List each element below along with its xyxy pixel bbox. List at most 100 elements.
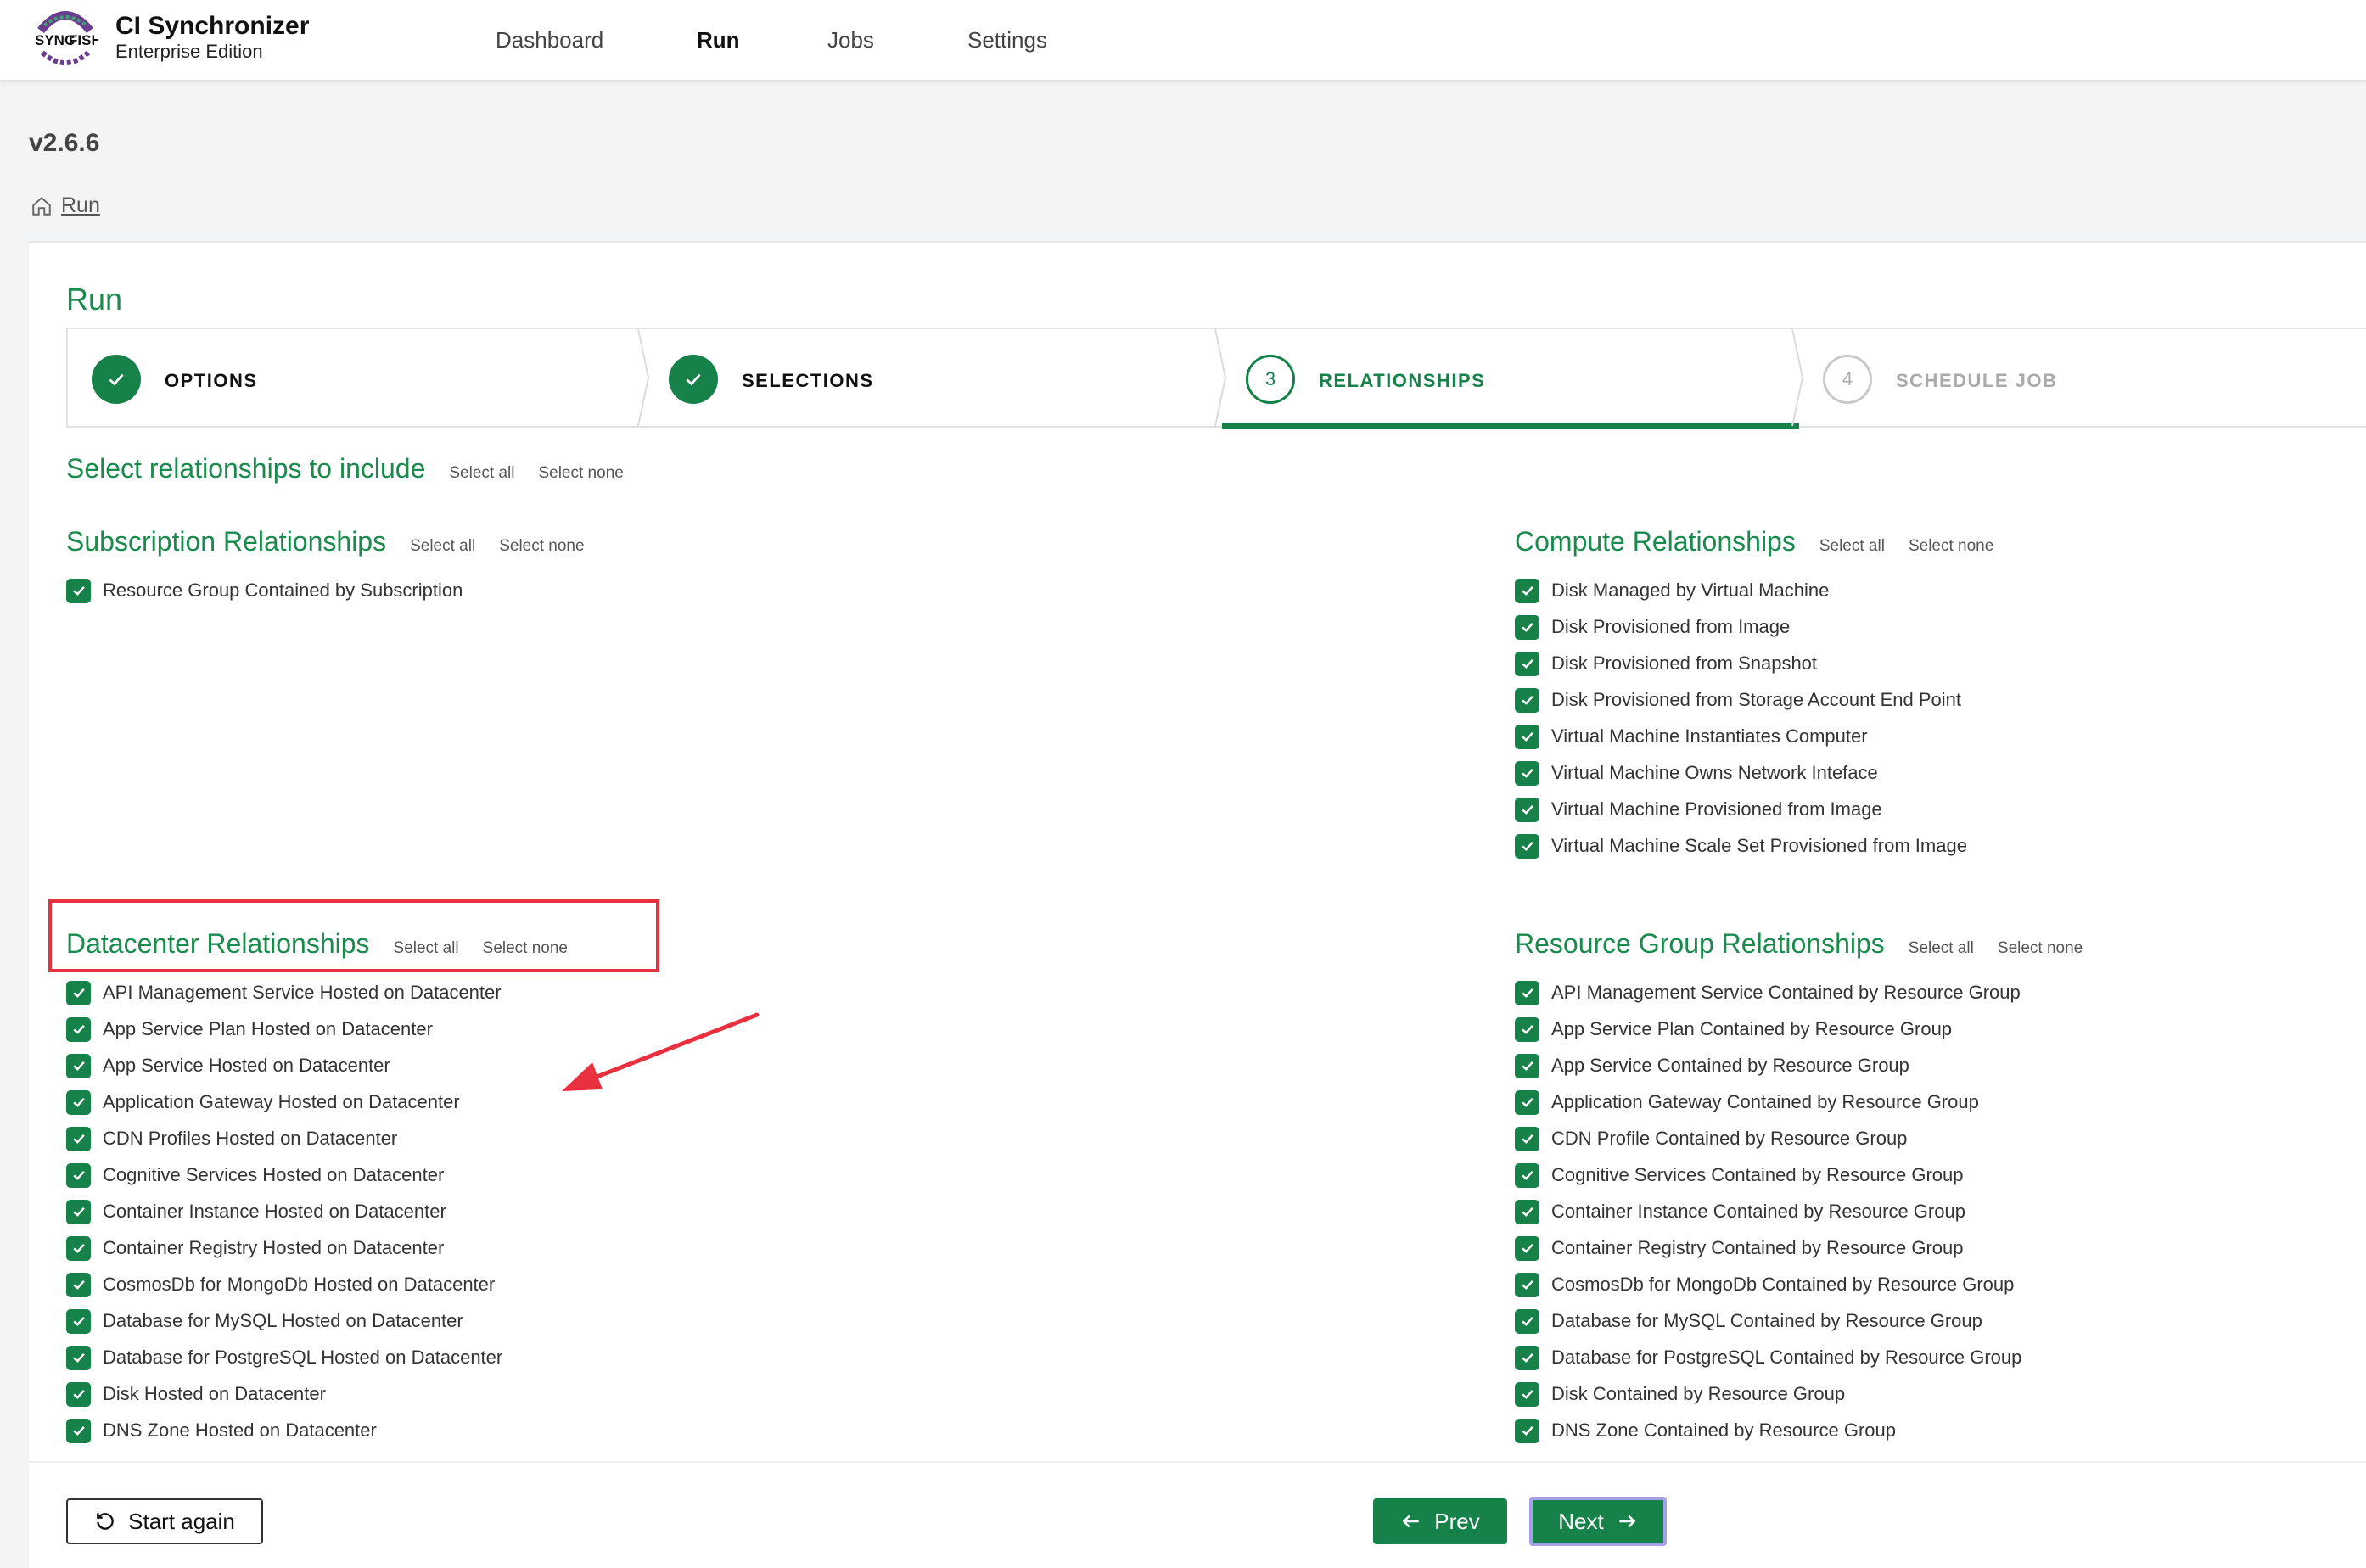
relationship-checkbox-row[interactable]: Application Gateway Contained by Resourc…	[1515, 1089, 1979, 1115]
relationship-checkbox-row[interactable]: Virtual Machine Provisioned from Image	[1515, 797, 1882, 822]
checkbox-checked-icon[interactable]	[1515, 1053, 1539, 1078]
checkbox-checked-icon[interactable]	[66, 578, 91, 603]
checkbox-checked-icon[interactable]	[1515, 1089, 1539, 1115]
checkbox-checked-icon[interactable]	[66, 1381, 91, 1407]
start-again-button[interactable]: Start again	[66, 1498, 263, 1544]
relationship-checkbox-row[interactable]: CDN Profile Contained by Resource Group	[1515, 1126, 1907, 1151]
checkbox-checked-icon[interactable]	[1515, 1272, 1539, 1297]
relationship-checkbox-row[interactable]: Disk Provisioned from Snapshot	[1515, 651, 1817, 676]
relationship-checkbox-row[interactable]: App Service Hosted on Datacenter	[66, 1053, 390, 1078]
relationship-checkbox-row[interactable]: Disk Provisioned from Storage Account En…	[1515, 687, 1961, 713]
relationship-checkbox-row[interactable]: Container Instance Contained by Resource…	[1515, 1199, 1965, 1224]
check-icon	[669, 355, 718, 404]
nav-run[interactable]: Run	[697, 27, 740, 53]
checkbox-checked-icon[interactable]	[66, 980, 91, 1005]
step-relationships[interactable]: 3 RELATIONSHIPS	[1222, 329, 1799, 429]
checkbox-label: Disk Provisioned from Snapshot	[1551, 652, 1818, 674]
checkbox-checked-icon[interactable]	[1515, 614, 1539, 640]
step-schedule-job[interactable]: 4 SCHEDULE JOB	[1799, 329, 2366, 426]
relationship-checkbox-row[interactable]: DNS Zone Hosted on Datacenter	[66, 1418, 377, 1443]
relationship-checkbox-row[interactable]: DNS Zone Contained by Resource Group	[1515, 1418, 1896, 1443]
checkbox-checked-icon[interactable]	[66, 1053, 91, 1078]
select-none-link[interactable]: Select none	[1998, 939, 2083, 958]
checkbox-label: App Service Plan Hosted on Datacenter	[103, 1018, 433, 1039]
relationship-checkbox-row[interactable]: Virtual Machine Owns Network Inteface	[1515, 760, 1878, 786]
relationship-checkbox-row[interactable]: Resource Group Contained by Subscription	[66, 578, 463, 603]
select-all-link[interactable]: Select all	[1909, 939, 1974, 958]
relationship-checkbox-row[interactable]: Virtual Machine Scale Set Provisioned fr…	[1515, 833, 1967, 859]
relationship-checkbox-row[interactable]: App Service Plan Hosted on Datacenter	[66, 1016, 433, 1042]
checkbox-checked-icon[interactable]	[1515, 1308, 1539, 1334]
nav-dashboard[interactable]: Dashboard	[496, 27, 603, 53]
relationship-checkbox-row[interactable]: Disk Provisioned from Image	[1515, 614, 1790, 640]
relationship-checkbox-row[interactable]: Virtual Machine Instantiates Computer	[1515, 724, 1868, 749]
select-all-link[interactable]: Select all	[1819, 537, 1885, 556]
relationship-checkbox-row[interactable]: Database for MySQL Hosted on Datacenter	[66, 1308, 463, 1334]
relationship-checkbox-row[interactable]: Database for PostgreSQL Hosted on Datace…	[66, 1345, 502, 1370]
relationship-checkbox-row[interactable]: API Management Service Hosted on Datacen…	[66, 980, 502, 1005]
relationship-checkbox-row[interactable]: Container Instance Hosted on Datacenter	[66, 1199, 446, 1224]
checkbox-checked-icon[interactable]	[1515, 578, 1539, 603]
checkbox-label: CDN Profile Contained by Resource Group	[1551, 1128, 1908, 1149]
relationship-checkbox-row[interactable]: Disk Hosted on Datacenter	[66, 1381, 326, 1407]
relationship-checkbox-row[interactable]: CosmosDb for MongoDb Hosted on Datacente…	[66, 1272, 495, 1297]
checkbox-checked-icon[interactable]	[66, 1126, 91, 1151]
relationship-checkbox-row[interactable]: Cognitive Services Contained by Resource…	[1515, 1162, 1963, 1188]
nav-jobs[interactable]: Jobs	[827, 27, 874, 53]
select-all-link[interactable]: Select all	[449, 464, 514, 483]
relationship-checkbox-row[interactable]: Database for PostgreSQL Contained by Res…	[1515, 1345, 2021, 1370]
checkbox-checked-icon[interactable]	[66, 1345, 91, 1370]
relationship-checkbox-row[interactable]: Disk Contained by Resource Group	[1515, 1381, 1845, 1407]
relationship-checkbox-row[interactable]: Application Gateway Hosted on Datacenter	[66, 1089, 460, 1115]
nav-settings[interactable]: Settings	[967, 27, 1047, 53]
checkbox-checked-icon[interactable]	[1515, 687, 1539, 713]
checkbox-checked-icon[interactable]	[1515, 1199, 1539, 1224]
checkbox-checked-icon[interactable]	[1515, 724, 1539, 749]
checkbox-checked-icon[interactable]	[1515, 980, 1539, 1005]
checkbox-checked-icon[interactable]	[1515, 1162, 1539, 1188]
relationship-checkbox-row[interactable]: Cognitive Services Hosted on Datacenter	[66, 1162, 444, 1188]
checkbox-checked-icon[interactable]	[1515, 797, 1539, 822]
checkbox-checked-icon[interactable]	[1515, 651, 1539, 676]
checkbox-checked-icon[interactable]	[1515, 760, 1539, 786]
checkbox-checked-icon[interactable]	[66, 1016, 91, 1042]
checkbox-checked-icon[interactable]	[66, 1235, 91, 1261]
select-none-link[interactable]: Select none	[1909, 537, 1993, 556]
page-title: Run	[66, 282, 123, 316]
relationship-checkbox-row[interactable]: API Management Service Contained by Reso…	[1515, 980, 2021, 1005]
relationship-checkbox-row[interactable]: CDN Profiles Hosted on Datacenter	[66, 1126, 397, 1151]
relationship-checkbox-row[interactable]: CosmosDb for MongoDb Contained by Resour…	[1515, 1272, 2014, 1297]
checkbox-checked-icon[interactable]	[66, 1308, 91, 1334]
next-button[interactable]: Next	[1529, 1497, 1667, 1546]
checkbox-checked-icon[interactable]	[1515, 1381, 1539, 1407]
step-selections[interactable]: SELECTIONS	[645, 329, 1222, 426]
checkbox-checked-icon[interactable]	[1515, 1345, 1539, 1370]
checkbox-checked-icon[interactable]	[66, 1418, 91, 1443]
checkbox-checked-icon[interactable]	[66, 1272, 91, 1297]
checkbox-checked-icon[interactable]	[66, 1162, 91, 1188]
relationship-checkbox-row[interactable]: App Service Contained by Resource Group	[1515, 1053, 1909, 1078]
checkbox-label: Disk Hosted on Datacenter	[103, 1383, 326, 1404]
select-none-link[interactable]: Select none	[483, 939, 568, 958]
datacenter-heading: Datacenter Relationships Select all Sele…	[66, 928, 568, 960]
relationship-checkbox-row[interactable]: Container Registry Contained by Resource…	[1515, 1235, 1963, 1261]
checkbox-checked-icon[interactable]	[66, 1199, 91, 1224]
checkbox-checked-icon[interactable]	[1515, 1016, 1539, 1042]
relationship-checkbox-row[interactable]: Container Registry Hosted on Datacenter	[66, 1235, 444, 1261]
relationship-checkbox-row[interactable]: Database for MySQL Contained by Resource…	[1515, 1308, 1982, 1334]
select-none-link[interactable]: Select none	[499, 537, 584, 556]
select-all-link[interactable]: Select all	[394, 939, 459, 958]
checkbox-checked-icon[interactable]	[66, 1089, 91, 1115]
select-all-link[interactable]: Select all	[410, 537, 475, 556]
prev-button[interactable]: Prev	[1373, 1498, 1507, 1544]
relationship-checkbox-row[interactable]: App Service Plan Contained by Resource G…	[1515, 1016, 1952, 1042]
checkbox-checked-icon[interactable]	[1515, 833, 1539, 859]
checkbox-checked-icon[interactable]	[1515, 1235, 1539, 1261]
select-none-link[interactable]: Select none	[538, 464, 623, 483]
checkbox-label: Disk Managed by Virtual Machine	[1551, 580, 1830, 601]
checkbox-checked-icon[interactable]	[1515, 1126, 1539, 1151]
breadcrumb-run-link[interactable]: Run	[61, 193, 100, 218]
step-options[interactable]: OPTIONS	[68, 329, 645, 426]
checkbox-checked-icon[interactable]	[1515, 1418, 1539, 1443]
relationship-checkbox-row[interactable]: Disk Managed by Virtual Machine	[1515, 578, 1829, 603]
